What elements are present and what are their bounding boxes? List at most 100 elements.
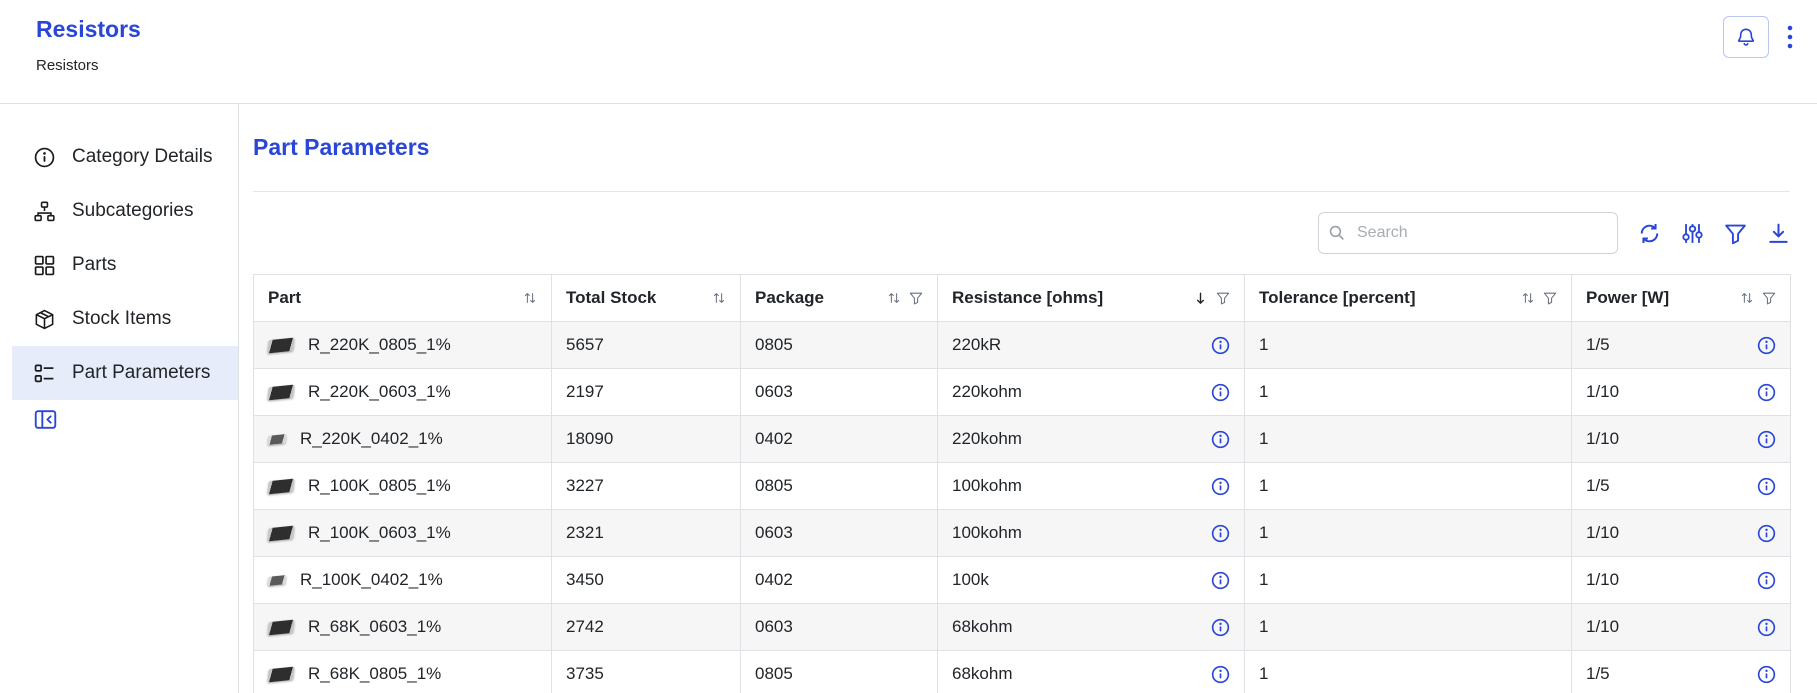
info-icon[interactable]	[1211, 571, 1230, 590]
column-filter-icon[interactable]	[1543, 291, 1557, 305]
info-icon[interactable]	[1757, 665, 1776, 684]
sidebar-item-stock-items[interactable]: Stock Items	[12, 292, 238, 346]
column-filter-icon[interactable]	[909, 291, 923, 305]
info-icon[interactable]	[1757, 336, 1776, 355]
sort-icon[interactable]	[712, 291, 726, 305]
part-name: R_220K_0402_1%	[300, 429, 443, 449]
table-row[interactable]: R_68K_0805_1% 3735 0805 68kohm 1 1/5	[254, 651, 1791, 693]
part-name: R_100K_0805_1%	[308, 476, 451, 496]
bell-icon	[1736, 27, 1756, 47]
table-row[interactable]: R_100K_0603_1% 2321 0603 100kohm 1 1/10	[254, 510, 1791, 557]
column-header-tolerance[interactable]: Tolerance [percent]	[1245, 275, 1572, 322]
content-layout: Category Details Subcategories	[0, 104, 1817, 693]
table-header-row: Part Total Stock	[254, 275, 1791, 322]
part-name: R_100K_0402_1%	[300, 570, 443, 590]
tolerance-value: 1	[1259, 476, 1268, 495]
info-icon[interactable]	[1757, 571, 1776, 590]
info-icon[interactable]	[1211, 618, 1230, 637]
boxes-icon	[34, 309, 55, 330]
table-toolbar	[253, 212, 1790, 254]
power-value: 1/10	[1586, 429, 1619, 449]
info-icon[interactable]	[1211, 524, 1230, 543]
kebab-menu-icon	[1787, 24, 1793, 50]
column-header-package[interactable]: Package	[741, 275, 938, 322]
sort-icon[interactable]	[1521, 291, 1535, 305]
sidebar-item-category-details[interactable]: Category Details	[12, 130, 238, 184]
table-row[interactable]: R_220K_0805_1% 5657 0805 220kR 1 1/5	[254, 322, 1791, 369]
sort-icon[interactable]	[1740, 291, 1754, 305]
parameters-table: Part Total Stock	[253, 274, 1791, 693]
power-value: 1/10	[1586, 570, 1619, 590]
sidebar-item-parts[interactable]: Parts	[12, 238, 238, 292]
total-stock-value: 3450	[566, 570, 604, 589]
sidebar-item-subcategories[interactable]: Subcategories	[12, 184, 238, 238]
search-input[interactable]	[1318, 212, 1618, 254]
info-icon[interactable]	[1757, 524, 1776, 543]
column-settings-button[interactable]	[1681, 222, 1704, 245]
download-button[interactable]	[1767, 222, 1790, 245]
section-title: Part Parameters	[253, 134, 1790, 161]
sort-icon[interactable]	[887, 291, 901, 305]
info-icon[interactable]	[1211, 336, 1230, 355]
sidebar-collapse-button[interactable]	[34, 408, 57, 431]
column-header-resistance[interactable]: Resistance [ohms]	[938, 275, 1245, 322]
resistance-value: 220kR	[952, 335, 1001, 355]
tolerance-value: 1	[1259, 617, 1268, 636]
power-value: 1/10	[1586, 382, 1619, 402]
total-stock-value: 3227	[566, 476, 604, 495]
resistance-value: 100kohm	[952, 523, 1022, 543]
sidebar-item-label: Category Details	[72, 146, 212, 168]
sidebar-item-label: Parts	[72, 254, 116, 276]
info-icon[interactable]	[1757, 477, 1776, 496]
column-header-power[interactable]: Power [W]	[1572, 275, 1791, 322]
power-value: 1/5	[1586, 335, 1610, 355]
power-value: 1/10	[1586, 523, 1619, 543]
info-icon[interactable]	[1211, 383, 1230, 402]
table-row[interactable]: R_68K_0603_1% 2742 0603 68kohm 1 1/10	[254, 604, 1791, 651]
column-header-total-stock[interactable]: Total Stock	[552, 275, 741, 322]
column-filter-icon[interactable]	[1762, 291, 1776, 305]
notifications-button[interactable]	[1723, 16, 1769, 58]
info-icon[interactable]	[1211, 665, 1230, 684]
tolerance-value: 1	[1259, 382, 1268, 401]
sort-desc-icon[interactable]	[1193, 291, 1208, 306]
download-icon	[1767, 222, 1790, 245]
table-row[interactable]: R_100K_0805_1% 3227 0805 100kohm 1 1/5	[254, 463, 1791, 510]
table-row[interactable]: R_220K_0402_1% 18090 0402 220kohm 1 1/10	[254, 416, 1791, 463]
part-thumbnail	[267, 619, 294, 635]
list-icon	[34, 363, 55, 384]
info-icon[interactable]	[1757, 430, 1776, 449]
tolerance-value: 1	[1259, 429, 1268, 448]
total-stock-value: 5657	[566, 335, 604, 354]
sliders-icon	[1681, 222, 1704, 245]
tolerance-value: 1	[1259, 570, 1268, 589]
package-value: 0805	[755, 335, 793, 354]
sort-icon[interactable]	[523, 291, 537, 305]
page-header: Resistors Resistors	[0, 0, 1817, 104]
part-thumbnail	[267, 478, 294, 494]
column-filter-icon[interactable]	[1216, 291, 1230, 305]
table-row[interactable]: R_220K_0603_1% 2197 0603 220kohm 1 1/10	[254, 369, 1791, 416]
filter-button[interactable]	[1724, 222, 1747, 245]
refresh-button[interactable]	[1638, 222, 1661, 245]
breadcrumb[interactable]: Resistors	[36, 57, 1799, 74]
sidebar-item-label: Subcategories	[72, 200, 193, 222]
total-stock-value: 2742	[566, 617, 604, 636]
info-icon[interactable]	[1757, 618, 1776, 637]
package-value: 0402	[755, 570, 793, 589]
sidebar: Category Details Subcategories	[0, 104, 239, 693]
info-icon[interactable]	[1211, 430, 1230, 449]
package-value: 0603	[755, 617, 793, 636]
sidebar-item-part-parameters[interactable]: Part Parameters	[12, 346, 238, 400]
refresh-icon	[1638, 222, 1661, 245]
part-thumbnail	[267, 384, 294, 400]
table-row[interactable]: R_100K_0402_1% 3450 0402 100k 1 1/10	[254, 557, 1791, 604]
more-options-button[interactable]	[1781, 22, 1799, 52]
total-stock-value: 2321	[566, 523, 604, 542]
part-thumbnail	[267, 337, 294, 353]
column-header-part[interactable]: Part	[254, 275, 552, 322]
total-stock-value: 3735	[566, 664, 604, 683]
info-icon[interactable]	[1757, 383, 1776, 402]
info-icon[interactable]	[1211, 477, 1230, 496]
part-name: R_68K_0805_1%	[308, 664, 441, 684]
